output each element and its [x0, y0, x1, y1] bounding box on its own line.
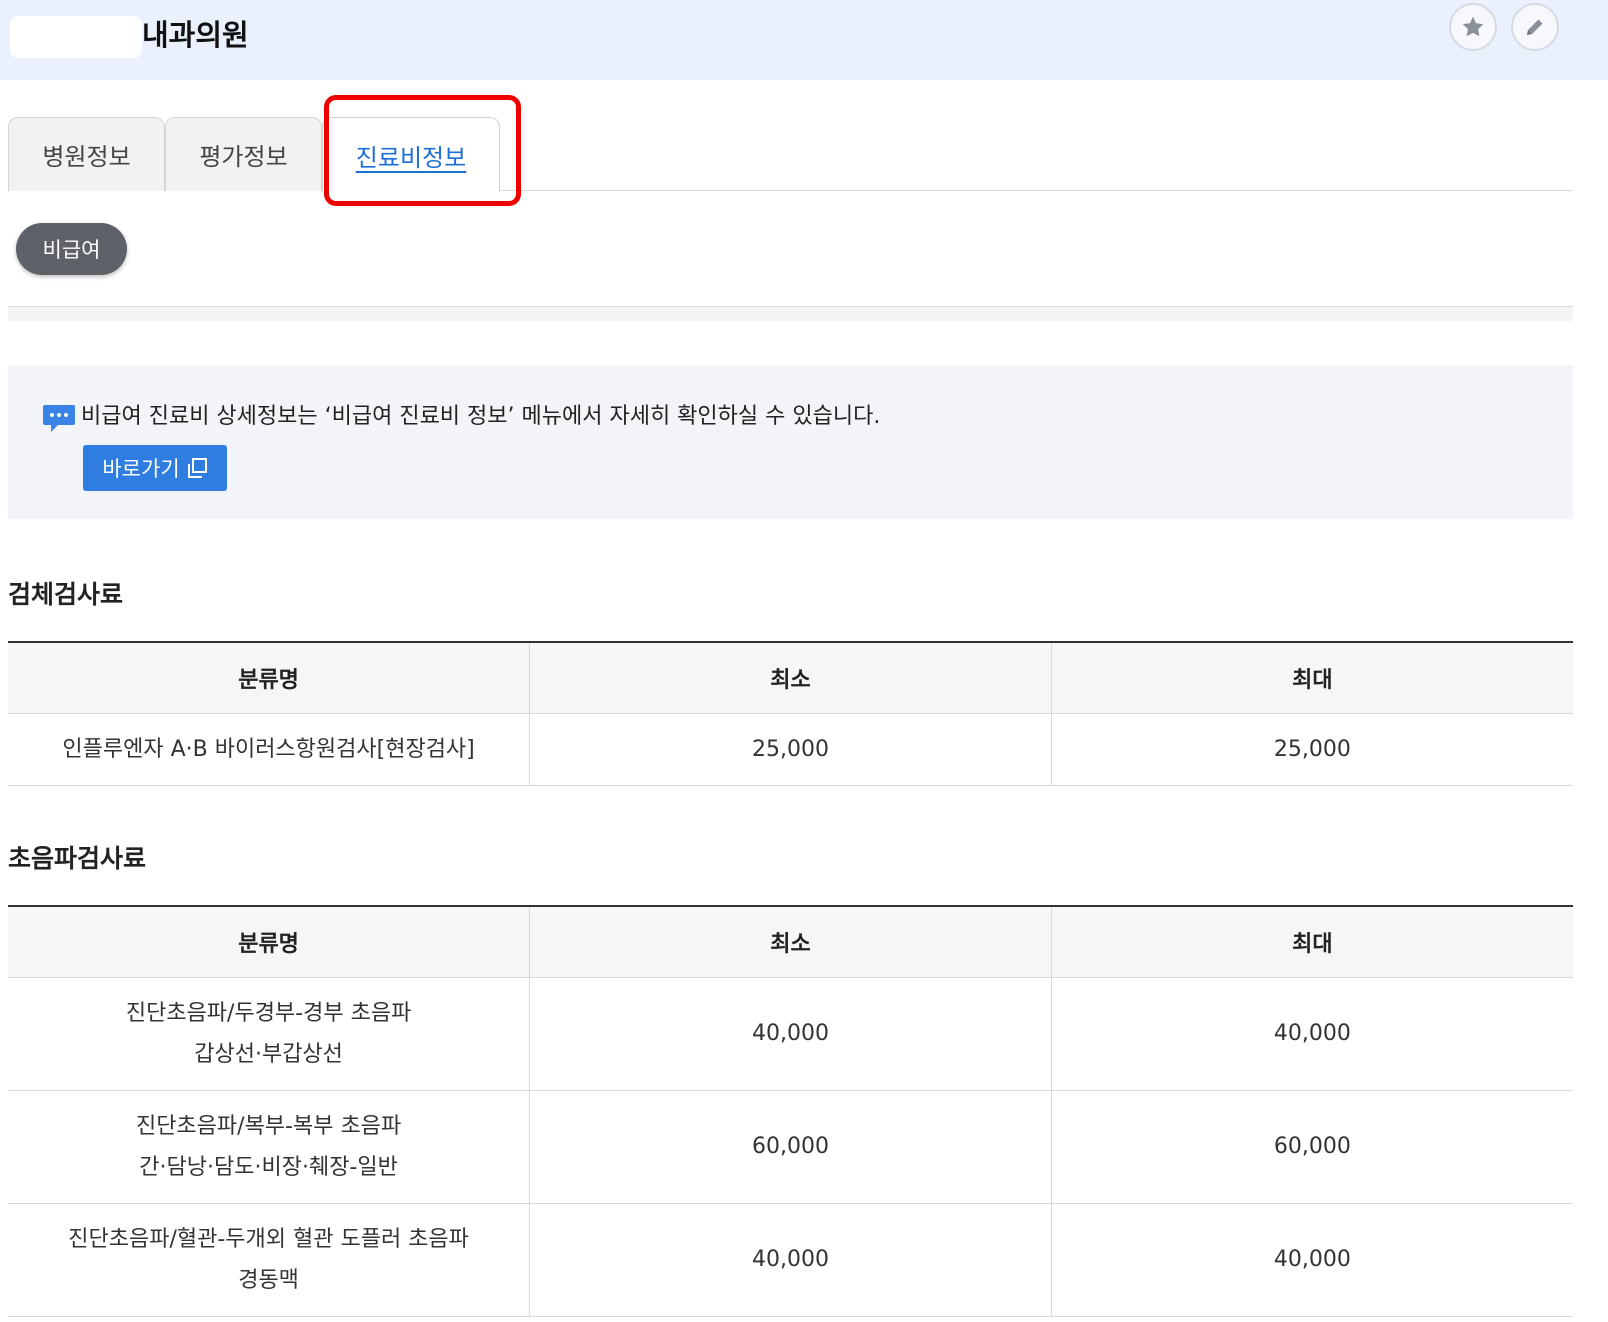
column-header-max: 최대	[1050, 641, 1573, 714]
hospital-name: 내과의원	[142, 18, 249, 52]
min-price-cell: 40,000	[529, 1203, 1052, 1317]
table-header-row: 분류명 최소 최대	[8, 905, 1573, 978]
min-price-cell: 40,000	[529, 977, 1052, 1091]
column-header-category: 분류명	[8, 641, 530, 714]
category-cell: 진단초음파/복부-복부 초음파 간·담낭·담도·비장·췌장-일반	[8, 1090, 530, 1204]
notice-text: 비급여 진료비 상세정보는 ‘비급여 진료비 정보’ 메뉴에서 자세히 확인하실…	[81, 404, 881, 429]
section-title-specimen: 검체검사료	[8, 580, 124, 609]
highlight-box	[324, 95, 521, 206]
shortcut-button[interactable]: 바로가기	[83, 445, 227, 491]
max-price-cell: 40,000	[1050, 977, 1573, 1091]
edit-button[interactable]	[1511, 3, 1559, 51]
divider-band	[8, 307, 1573, 321]
section-title-ultrasound: 초음파검사료	[8, 844, 147, 873]
table-row: 진단초음파/두경부-경부 초음파 갑상선·부갑상선 40,000 40,000	[8, 977, 1573, 1091]
max-price-cell: 25,000	[1050, 713, 1573, 786]
category-line-2: 간·담낭·담도·비장·췌장-일반	[139, 1154, 398, 1180]
table-header-row: 분류명 최소 최대	[8, 641, 1573, 714]
tab-evaluation-info[interactable]: 평가정보	[165, 117, 322, 191]
favorite-button[interactable]	[1449, 3, 1497, 51]
redacted-name-mask	[10, 16, 142, 58]
star-icon	[1462, 16, 1484, 37]
shortcut-button-label: 바로가기	[102, 457, 180, 481]
table-row: 인플루엔자 A·B 바이러스항원검사[현장검사] 25,000 25,000	[8, 713, 1573, 786]
ultrasound-fee-table: 분류명 최소 최대 진단초음파/두경부-경부 초음파 갑상선·부갑상선 40,0…	[8, 905, 1573, 1317]
min-price-cell: 25,000	[529, 713, 1052, 786]
pencil-icon	[1527, 19, 1543, 35]
table-row: 진단초음파/혈관-두개외 혈관 도플러 초음파 경동맥 40,000 40,00…	[8, 1203, 1573, 1317]
new-window-icon	[187, 458, 207, 478]
tab-hospital-info[interactable]: 병원정보	[8, 117, 165, 191]
category-line-2: 경동맥	[238, 1267, 299, 1293]
category-line-1: 진단초음파/두경부-경부 초음파	[125, 1000, 412, 1026]
max-price-cell: 40,000	[1050, 1203, 1573, 1317]
column-header-min: 최소	[529, 905, 1052, 978]
column-header-category: 분류명	[8, 905, 530, 978]
category-cell: 인플루엔자 A·B 바이러스항원검사[현장검사]	[8, 713, 530, 786]
page-header: 내과의원	[0, 0, 1608, 80]
category-cell: 진단초음파/혈관-두개외 혈관 도플러 초음파 경동맥	[8, 1203, 530, 1317]
column-header-max: 최대	[1050, 905, 1573, 978]
table-row: 진단초음파/복부-복부 초음파 간·담낭·담도·비장·췌장-일반 60,000 …	[8, 1090, 1573, 1204]
specimen-fee-table: 분류명 최소 최대 인플루엔자 A·B 바이러스항원검사[현장검사] 25,00…	[8, 641, 1573, 786]
category-line-2: 갑상선·부갑상선	[194, 1041, 343, 1067]
non-covered-chip[interactable]: 비급여	[16, 223, 127, 275]
category-cell: 진단초음파/두경부-경부 초음파 갑상선·부갑상선	[8, 977, 530, 1091]
max-price-cell: 60,000	[1050, 1090, 1573, 1204]
category-line-1: 진단초음파/복부-복부 초음파	[135, 1113, 402, 1139]
notice-box: 비급여 진료비 상세정보는 ‘비급여 진료비 정보’ 메뉴에서 자세히 확인하실…	[8, 365, 1573, 519]
min-price-cell: 60,000	[529, 1090, 1052, 1204]
chat-bubble-icon	[43, 405, 75, 432]
column-header-min: 최소	[529, 641, 1052, 714]
category-line-1: 진단초음파/혈관-두개외 혈관 도플러 초음파	[68, 1226, 469, 1252]
